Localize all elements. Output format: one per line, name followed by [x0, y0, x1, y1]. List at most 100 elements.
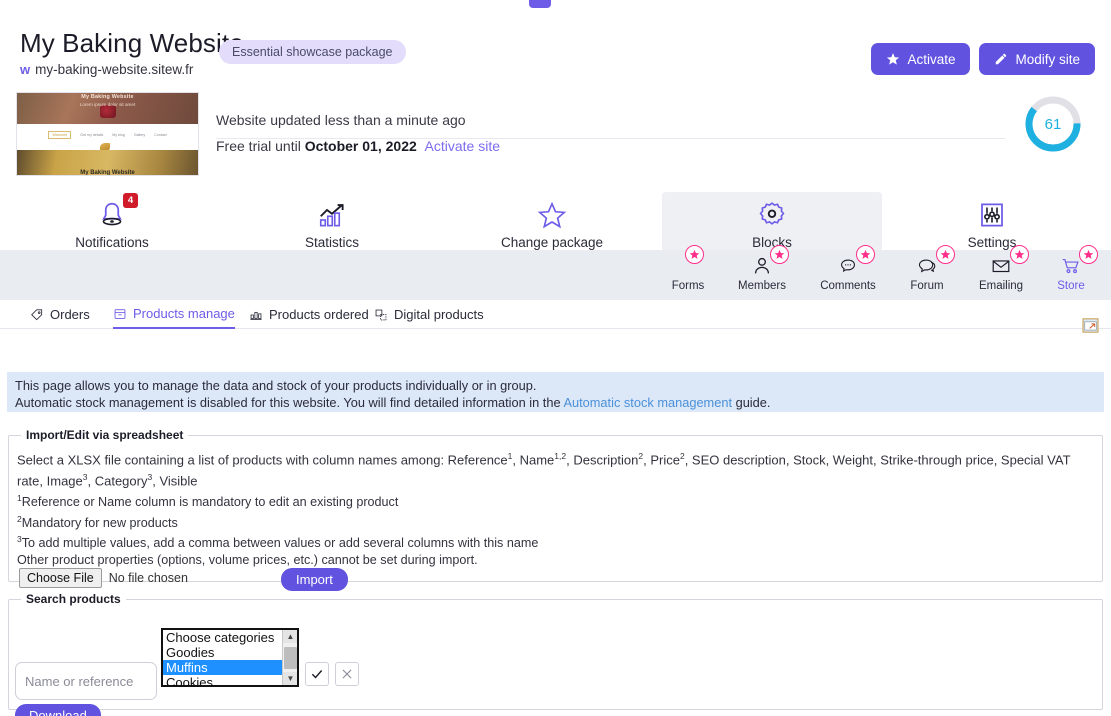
- tab-bar: Orders Products manage Products ordered: [0, 300, 1111, 329]
- gear-icon: [759, 202, 785, 225]
- search-section-legend: Search products: [26, 592, 121, 606]
- info-banner: This page allows you to manage the data …: [7, 372, 1104, 412]
- tab-products-manage[interactable]: Products manage: [113, 300, 235, 329]
- sitew-logo-icon: w: [20, 62, 31, 77]
- footnote-text: To add multiple values, add a comma betw…: [21, 536, 539, 551]
- site-url-row: w my-baking-website.sitew.fr: [20, 62, 193, 77]
- import-footnote-3: 3To add multiple values, add a comma bet…: [17, 531, 1094, 552]
- site-updated-text: Website updated less than a minute ago: [216, 112, 1005, 139]
- person-icon-wrap: [751, 245, 789, 279]
- thumbnail-nav-item: Contact: [154, 133, 167, 137]
- nav-item-label: Statistics: [304, 235, 359, 250]
- nav-item-notifications[interactable]: 4 Notifications: [2, 192, 222, 257]
- star-filled-icon: [689, 249, 700, 259]
- star-filled-icon: [860, 249, 871, 259]
- thumbnail-nav-item: Get my details: [80, 133, 104, 137]
- thumbnail-nav-item: Welcome: [48, 131, 72, 139]
- comment-icon: [841, 259, 855, 273]
- check-icon: [311, 670, 323, 679]
- thumbnail-hero-subtitle: Lorem ipsum dolor sit amet: [79, 102, 136, 107]
- cart-icon-wrap: [1060, 245, 1098, 279]
- nav-item-settings[interactable]: Settings: [882, 192, 1102, 257]
- clear-search-button[interactable]: [335, 662, 359, 686]
- pagination-page-2[interactable]: 2: [560, 0, 567, 1]
- import-desc-part: , Price: [643, 452, 680, 468]
- site-preview-thumbnail[interactable]: My Baking Website Lorem ipsum dolor sit …: [16, 92, 199, 176]
- tab-label: Digital products: [394, 307, 484, 322]
- file-input-row: Choose File No file chosen: [19, 568, 188, 588]
- tab-digital-products[interactable]: Digital products: [374, 300, 484, 329]
- download-button[interactable]: Download: [15, 704, 101, 716]
- pagination-sliver: 2: [0, 0, 1111, 9]
- tag-icon: [31, 308, 43, 320]
- nav-item-change-package[interactable]: Change package: [442, 192, 662, 257]
- import-footnote-2: 2Mandatory for new products: [17, 511, 1094, 532]
- chart-icon-wrap: [317, 198, 347, 232]
- star-filled-icon: [1014, 249, 1025, 259]
- scroll-down-arrow-icon[interactable]: ▼: [283, 672, 297, 685]
- tab-label: Orders: [50, 307, 90, 322]
- activate-site-link[interactable]: Activate site: [425, 138, 500, 154]
- info-banner-line-2-after: guide.: [732, 395, 771, 410]
- scrollbar-thumb[interactable]: [284, 647, 297, 669]
- subnav-item-label: Members: [738, 280, 786, 292]
- apply-search-button[interactable]: [305, 662, 329, 686]
- scroll-up-arrow-icon[interactable]: ▲: [283, 630, 297, 643]
- premium-star-badge: [936, 245, 955, 264]
- modify-site-button-label: Modify site: [1015, 51, 1080, 67]
- category-option-selected[interactable]: Muffins: [163, 660, 297, 675]
- subnav-item-label: Store: [1057, 280, 1085, 292]
- star-filled-icon: [940, 249, 951, 259]
- import-button[interactable]: Import: [281, 568, 348, 591]
- tab-orders[interactable]: Orders: [30, 300, 90, 329]
- subnav-item-store[interactable]: Store: [1026, 245, 1111, 292]
- forum-icon-wrap: [915, 245, 955, 279]
- thumbnail-nav-item: My blog: [112, 133, 125, 137]
- notifications-badge: 4: [123, 193, 138, 208]
- subnav-item-label: Emailing: [978, 280, 1024, 292]
- automatic-stock-management-link[interactable]: Automatic stock management: [563, 395, 732, 410]
- subnav-item-members[interactable]: Members: [717, 245, 807, 292]
- subnav-item-label: Forms: [671, 280, 705, 292]
- categories-listbox[interactable]: Choose categories Goodies Muffins Cookie…: [161, 628, 299, 687]
- expand-window-icon[interactable]: [1082, 318, 1099, 338]
- search-products-section: Search products Choose categories Goodie…: [8, 592, 1103, 716]
- activate-button[interactable]: Activate: [871, 43, 971, 75]
- sliders-icon-wrap: [977, 198, 1007, 232]
- gear-icon-wrap: [757, 198, 787, 232]
- page-title: My Baking Website: [20, 28, 244, 58]
- modify-site-button[interactable]: Modify site: [979, 43, 1095, 75]
- info-banner-line-2-before: Automatic stock management is disabled f…: [15, 395, 564, 410]
- tab-label: Products manage: [133, 306, 235, 321]
- forum-icon: [918, 259, 936, 273]
- tab-products-ordered[interactable]: Products ordered: [249, 300, 369, 329]
- activate-button-label: Activate: [907, 51, 956, 67]
- star-filled-icon: [1083, 249, 1094, 259]
- category-option[interactable]: Choose categories: [163, 630, 297, 645]
- nav-item-statistics[interactable]: Statistics: [222, 192, 442, 257]
- import-description: Select a XLSX file containing a list of …: [17, 448, 1094, 490]
- star-filled-icon: [774, 249, 785, 259]
- person-icon: [754, 257, 770, 274]
- app-page: 2 My Baking Website Essential showcase p…: [0, 0, 1111, 716]
- category-option[interactable]: Goodies: [163, 645, 297, 660]
- thumbnail-bottom-image: My Baking Website: [17, 150, 198, 175]
- nav-item-label: Notifications: [75, 235, 149, 250]
- choose-file-button[interactable]: Choose File: [19, 568, 102, 588]
- import-footnote-1: 1Reference or Name column is mandatory t…: [17, 490, 1094, 511]
- footnote-text: Mandatory for new products: [21, 515, 178, 530]
- file-name-text: No file chosen: [108, 571, 188, 585]
- footnote-text: Reference or Name column is mandatory to…: [21, 495, 399, 510]
- gauge-value: 61: [1044, 115, 1062, 133]
- sliders-icon: [981, 203, 1003, 227]
- category-option[interactable]: Cookies: [163, 675, 297, 685]
- site-url[interactable]: my-baking-website.sitew.fr: [35, 62, 193, 77]
- star-outline-icon: [537, 201, 567, 229]
- star-filled-icon: [887, 53, 900, 65]
- import-footnote-4: Other product properties (options, volum…: [17, 553, 478, 568]
- pagination-page-1[interactable]: [529, 0, 551, 8]
- search-name-input[interactable]: [15, 662, 157, 700]
- categories-scrollbar[interactable]: ▲ ▼: [282, 630, 297, 685]
- subnav-item-comments[interactable]: Comments: [803, 245, 893, 292]
- thumbnail-nav-item: Gallery: [133, 133, 146, 137]
